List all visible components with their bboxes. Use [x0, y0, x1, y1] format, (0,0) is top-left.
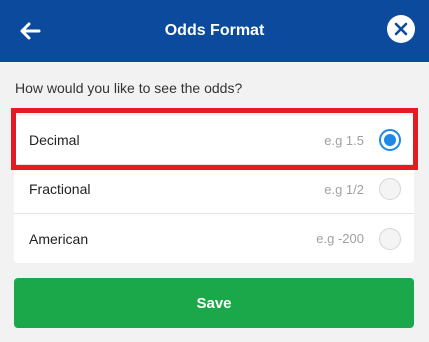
- option-label: Fractional: [29, 181, 91, 197]
- option-fractional[interactable]: Fractional e.g 1/2: [14, 165, 414, 214]
- option-label: American: [29, 230, 89, 247]
- option-example: e.g 1/2: [324, 181, 364, 197]
- close-button[interactable]: [387, 15, 415, 43]
- radio-button[interactable]: [379, 129, 401, 151]
- odds-prompt: How would you like to see the odds?: [15, 80, 243, 96]
- page-title: Odds Format: [164, 22, 265, 39]
- radio-button[interactable]: [379, 178, 401, 200]
- option-decimal[interactable]: Decimal e.g 1.5: [14, 116, 414, 165]
- option-label: Decimal: [29, 132, 80, 148]
- odds-format-options: Decimal e.g 1.5 Fractional e.g 1/2 Ameri…: [14, 116, 414, 263]
- option-american[interactable]: American e.g -200: [14, 214, 414, 263]
- radio-button[interactable]: [379, 227, 401, 250]
- save-button[interactable]: Save: [14, 278, 414, 328]
- header-bar: Odds Format: [0, 0, 429, 62]
- option-example: e.g 1.5: [324, 132, 364, 148]
- option-example: e.g -200: [316, 231, 364, 246]
- close-icon: [394, 22, 408, 36]
